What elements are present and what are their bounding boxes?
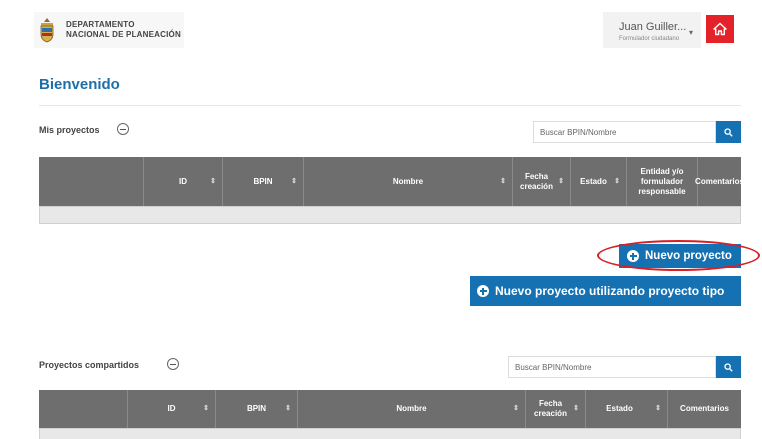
search-input[interactable]: Buscar BPIN/Nombre — [508, 356, 716, 378]
user-menu[interactable]: Juan Guiller... Formulador ciudadano ▾ — [603, 12, 701, 48]
coat-of-arms-icon — [40, 18, 54, 43]
page-title: Bienvenido — [39, 76, 120, 93]
section-title-proyectos-compartidos: Proyectos compartidos — [39, 360, 140, 370]
search-input[interactable]: Buscar BPIN/Nombre — [533, 121, 716, 143]
column-header-estado[interactable]: Estado ⇕ — [585, 390, 667, 428]
sort-icon[interactable]: ⇕ — [573, 404, 579, 414]
column-label-id: ID — [167, 404, 176, 413]
plus-circle-icon — [477, 285, 489, 297]
column-label-bpin: BPIN — [246, 404, 267, 413]
logo-line-2: NACIONAL DE PLANEACIÓN — [66, 30, 181, 39]
column-header-nombre[interactable]: Nombre ⇕ — [303, 157, 512, 206]
logo-line-1: DEPARTAMENTO — [66, 20, 135, 29]
user-role: Formulador ciudadano — [619, 36, 680, 42]
home-icon — [713, 22, 727, 36]
column-header-id[interactable]: ID ⇕ — [127, 390, 215, 428]
user-name: Juan Guiller... — [619, 21, 687, 33]
logo-text: DEPARTAMENTO NACIONAL DE PLANEACIÓN — [66, 20, 181, 40]
table-header-proyectos-compartidos: ID ⇕ BPIN ⇕ Nombre ⇕ Fecha creación ⇕ Estado… — [39, 390, 741, 428]
chevron-down-icon[interactable]: ▾ — [689, 28, 693, 37]
column-header-estado[interactable]: Estado ⇕ — [570, 157, 626, 206]
collapse-icon[interactable] — [117, 123, 129, 135]
search-button[interactable] — [716, 121, 741, 143]
table-empty-row — [39, 206, 741, 224]
table-header-mis-proyectos: ID ⇕ BPIN ⇕ Nombre ⇕ Fecha creación ⇕ Estado… — [39, 157, 744, 206]
dnp-logo[interactable]: DEPARTAMENTO NACIONAL DE PLANEACIÓN — [34, 12, 184, 48]
column-header-entidad: Entidad y/o formulador responsable — [626, 157, 697, 206]
column-label-fecha: Fecha creación — [520, 171, 553, 191]
section-title-mis-proyectos: Mis proyectos — [39, 125, 100, 135]
column-header-comentarios: Comentarios — [667, 390, 741, 428]
highlight-annotation — [597, 240, 760, 271]
column-header-select — [39, 390, 127, 428]
sort-icon[interactable]: ⇕ — [500, 177, 506, 187]
column-label-bpin: BPIN — [253, 176, 273, 186]
nuevo-proyecto-tipo-button[interactable]: Nuevo proyecto utilizando proyecto tipo — [470, 276, 741, 306]
column-label-nombre: Nombre — [396, 404, 427, 413]
sort-icon[interactable]: ⇕ — [291, 177, 297, 187]
sort-icon[interactable]: ⇕ — [285, 404, 291, 414]
column-header-select — [39, 157, 143, 206]
top-header: DEPARTAMENTO NACIONAL DE PLANEACIÓN Juan… — [0, 0, 762, 70]
column-label-entidad: Entidad y/o formulador responsable — [638, 166, 686, 196]
column-label-nombre: Nombre — [392, 176, 424, 186]
column-label-fecha: Fecha creación — [534, 399, 567, 418]
column-label-estado: Estado — [580, 176, 607, 186]
column-label-id: ID — [179, 176, 187, 186]
column-header-bpin[interactable]: BPIN ⇕ — [215, 390, 297, 428]
sort-icon[interactable]: ⇕ — [614, 177, 620, 187]
home-button[interactable] — [706, 15, 734, 43]
search-icon — [724, 127, 733, 137]
collapse-icon[interactable] — [167, 358, 179, 370]
sort-icon[interactable]: ⇕ — [655, 404, 661, 414]
column-label-estado: Estado — [606, 404, 633, 413]
sort-icon[interactable]: ⇕ — [210, 177, 216, 187]
column-label-comentarios: Comentarios — [680, 404, 729, 413]
column-header-bpin[interactable]: BPIN ⇕ — [222, 157, 303, 206]
sort-icon[interactable]: ⇕ — [558, 177, 564, 187]
column-header-fecha[interactable]: Fecha creación ⇕ — [512, 157, 570, 206]
column-header-nombre[interactable]: Nombre ⇕ — [297, 390, 525, 428]
nuevo-proyecto-tipo-label: Nuevo proyecto utilizando proyecto tipo — [495, 284, 725, 298]
column-label-comentarios: Comentarios — [695, 176, 744, 186]
column-header-id[interactable]: ID ⇕ — [143, 157, 222, 206]
column-header-fecha[interactable]: Fecha creación ⇕ — [525, 390, 585, 428]
search-button[interactable] — [716, 356, 741, 378]
column-header-comentarios: Comentarios — [695, 157, 744, 206]
table-empty-row — [39, 428, 741, 439]
sort-icon[interactable]: ⇕ — [203, 404, 209, 414]
sort-icon[interactable]: ⇕ — [513, 404, 519, 414]
search-icon — [724, 362, 733, 372]
divider — [39, 105, 741, 106]
